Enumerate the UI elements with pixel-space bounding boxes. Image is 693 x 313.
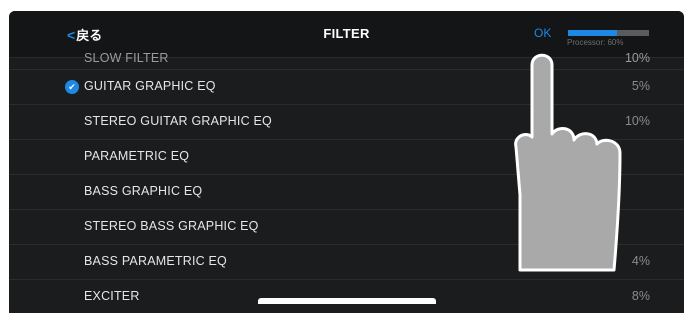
effect-name: BASS GRAPHIC EQ: [84, 184, 203, 198]
effect-name: GUITAR GRAPHIC EQ: [84, 79, 216, 93]
processor-meter: [568, 30, 649, 36]
effect-name: PARAMETRIC EQ: [84, 149, 190, 163]
effect-percent: 8%: [631, 289, 650, 303]
processor-meter-fill: [568, 30, 617, 36]
ok-button[interactable]: OK: [534, 26, 551, 40]
pointing-hand-icon: [514, 53, 622, 272]
list-item[interactable]: EXCITER 8%: [9, 280, 684, 313]
effect-name: BASS PARAMETRIC EQ: [84, 254, 227, 268]
effect-name: STEREO GUITAR GRAPHIC EQ: [84, 114, 272, 128]
home-indicator: [258, 298, 436, 304]
effect-name: SLOW FILTER: [84, 51, 169, 65]
effect-name: STEREO BASS GRAPHIC EQ: [84, 219, 259, 233]
effect-name: EXCITER: [84, 289, 140, 303]
checkmark-circle-icon: ✔: [65, 80, 79, 94]
